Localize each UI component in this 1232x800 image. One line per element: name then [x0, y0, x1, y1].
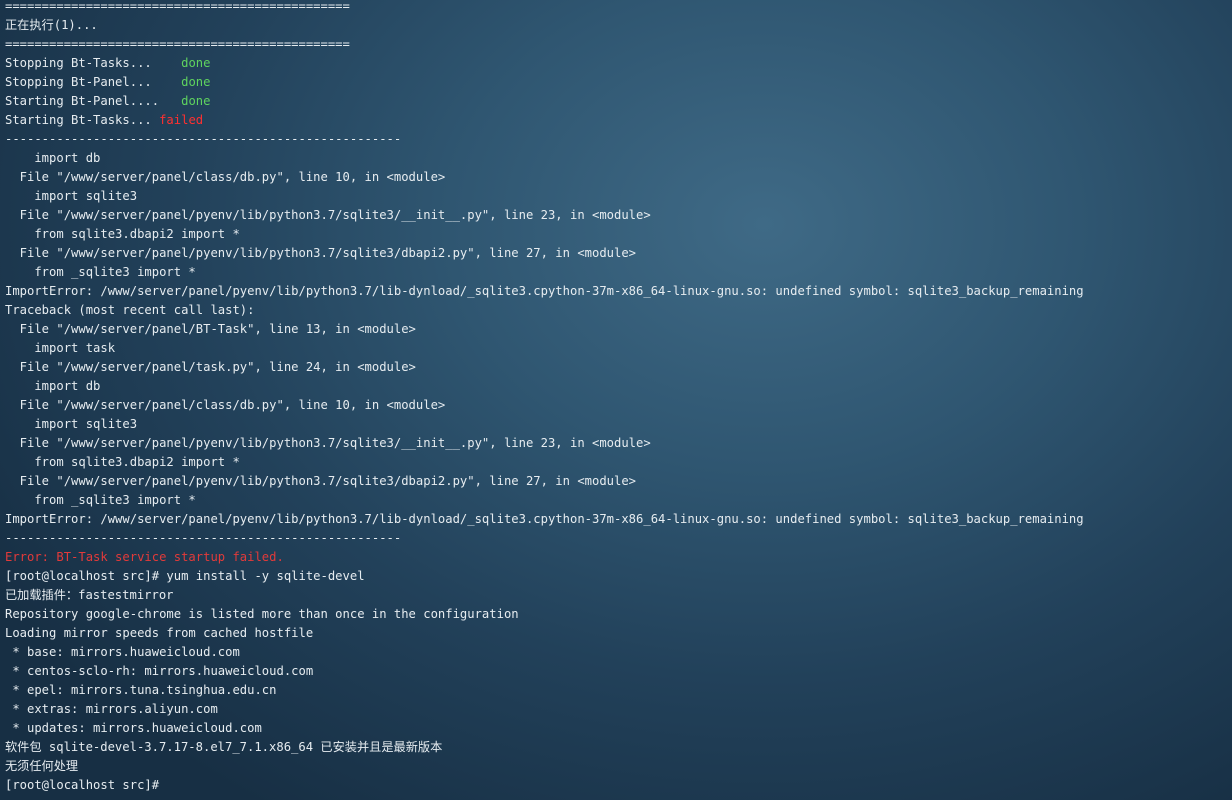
command-line: [root@localhost src]# yum install -y sql… — [5, 569, 365, 583]
terminal-line: from sqlite3.dbapi2 import * — [5, 455, 240, 469]
terminal-line: import sqlite3 — [5, 417, 138, 431]
terminal-line: from _sqlite3 import * — [5, 493, 196, 507]
terminal-line: from _sqlite3 import * — [5, 265, 196, 279]
terminal-line-status: Starting Bt-Panel.... done — [5, 92, 1232, 111]
terminal-line: import sqlite3 — [5, 189, 138, 203]
terminal-line-status: Stopping Bt-Tasks... done — [5, 54, 1232, 73]
status-failed: failed — [159, 113, 204, 127]
terminal-line: File "/www/server/panel/pyenv/lib/python… — [5, 208, 651, 222]
terminal-line: import task — [5, 341, 116, 355]
terminal-line: Repository google-chrome is listed more … — [5, 607, 519, 621]
terminal-line: * centos-sclo-rh: mirrors.huaweicloud.co… — [5, 664, 314, 678]
terminal-line: File "/www/server/panel/class/db.py", li… — [5, 398, 446, 412]
terminal-line: File "/www/server/panel/pyenv/lib/python… — [5, 474, 637, 488]
terminal-line: * epel: mirrors.tuna.tsinghua.edu.cn — [5, 683, 277, 697]
terminal-line: File "/www/server/panel/BT-Task", line 1… — [5, 322, 416, 336]
status-label: Starting Bt-Panel.... — [5, 94, 182, 108]
terminal-line: 无须任何处理 — [5, 759, 79, 773]
terminal-line: ----------------------------------------… — [5, 132, 402, 146]
terminal-line: from sqlite3.dbapi2 import * — [5, 227, 240, 241]
terminal-line: * extras: mirrors.aliyun.com — [5, 702, 218, 716]
terminal-line: Loading mirror speeds from cached hostfi… — [5, 626, 314, 640]
terminal-line: 已加载插件：fastestmirror — [5, 588, 174, 602]
terminal-line: * updates: mirrors.huaweicloud.com — [5, 721, 262, 735]
terminal-line: 正在执行(1)... — [5, 18, 98, 32]
status-label: Stopping Bt-Panel... — [5, 75, 182, 89]
text-cursor — [166, 777, 173, 791]
terminal-line: File "/www/server/panel/class/db.py", li… — [5, 170, 446, 184]
status-done: done — [181, 94, 211, 108]
status-done: done — [181, 75, 211, 89]
terminal-line-status: Starting Bt-Tasks... failed — [5, 111, 1232, 130]
terminal-line: ImportError: /www/server/panel/pyenv/lib… — [5, 284, 1084, 298]
terminal-line-status: Stopping Bt-Panel... done — [5, 73, 1232, 92]
terminal-line: import db — [5, 379, 101, 393]
shell-prompt[interactable]: [root@localhost src]# — [5, 778, 166, 792]
terminal-line: ImportError: /www/server/panel/pyenv/lib… — [5, 512, 1084, 526]
terminal-line: ========================================… — [5, 37, 350, 51]
terminal-line: File "/www/server/panel/task.py", line 2… — [5, 360, 416, 374]
status-label: Starting Bt-Tasks... — [5, 113, 160, 127]
terminal-line: 软件包 sqlite-devel-3.7.17-8.el7_7.1.x86_64… — [5, 740, 443, 754]
terminal-line: * base: mirrors.huaweicloud.com — [5, 645, 240, 659]
error-message: Error: BT-Task service startup failed. — [5, 550, 284, 564]
prompt-line[interactable]: [root@localhost src]# — [5, 776, 1232, 795]
terminal-line: File "/www/server/panel/pyenv/lib/python… — [5, 246, 637, 260]
status-label: Stopping Bt-Tasks... — [5, 56, 182, 70]
terminal-line: import db — [5, 151, 101, 165]
terminal-line: Traceback (most recent call last): — [5, 303, 255, 317]
terminal-window[interactable]: ========================================… — [0, 0, 1232, 800]
terminal-line: File "/www/server/panel/pyenv/lib/python… — [5, 436, 651, 450]
terminal-line: ========================================… — [5, 0, 350, 13]
terminal-line: ----------------------------------------… — [5, 531, 402, 545]
status-done: done — [181, 56, 211, 70]
